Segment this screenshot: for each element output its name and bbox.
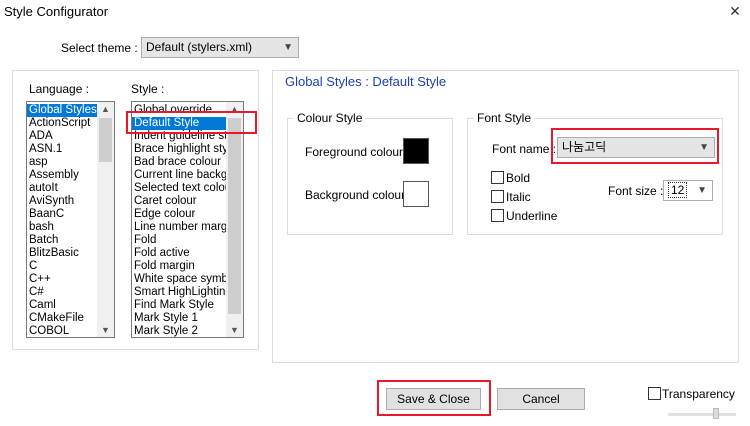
theme-select[interactable]: Default (stylers.xml) ▼ bbox=[141, 37, 299, 58]
style-list-item[interactable]: Selected text colour bbox=[132, 182, 226, 195]
close-icon[interactable]: ✕ bbox=[724, 2, 746, 22]
foreground-label: Foreground colour bbox=[305, 145, 404, 159]
language-scroll-thumb[interactable] bbox=[99, 118, 112, 162]
font-size-value: 12 bbox=[668, 182, 688, 198]
style-list-item[interactable]: White space symbol bbox=[132, 273, 226, 286]
scroll-up-icon[interactable]: ▲ bbox=[97, 102, 114, 116]
background-colour-swatch[interactable] bbox=[403, 181, 429, 207]
style-list-item[interactable]: Find Mark Style bbox=[132, 299, 226, 312]
style-list-item[interactable]: Brace highlight style bbox=[132, 143, 226, 156]
colour-style-legend: Colour Style bbox=[294, 111, 366, 125]
transparency-slider-track[interactable] bbox=[668, 413, 736, 416]
style-list-item[interactable]: Current line background colour bbox=[132, 169, 226, 182]
theme-select-value: Default (stylers.xml) bbox=[146, 40, 253, 54]
underline-label: Underline bbox=[506, 209, 558, 223]
chevron-down-icon: ▼ bbox=[283, 42, 293, 53]
font-size-select[interactable]: 12 ▼ bbox=[663, 180, 713, 201]
foreground-colour-swatch[interactable] bbox=[403, 138, 429, 164]
italic-label: Italic bbox=[506, 190, 531, 204]
italic-checkbox[interactable] bbox=[491, 190, 504, 203]
style-list-item[interactable]: Fold margin bbox=[132, 260, 226, 273]
style-list-item[interactable]: Mark Style 2 bbox=[132, 325, 226, 337]
scroll-down-icon[interactable]: ▼ bbox=[97, 323, 114, 337]
font-size-label: Font size : bbox=[608, 184, 664, 198]
bold-label: Bold bbox=[506, 171, 531, 185]
style-list-item[interactable]: Mark Style 1 bbox=[132, 312, 226, 325]
style-list-item[interactable]: Line number margin bbox=[132, 221, 226, 234]
style-list-item[interactable]: Smart HighLighting bbox=[132, 286, 226, 299]
style-list[interactable]: Global override Default Style Indent guide… bbox=[131, 101, 244, 338]
language-scrollbar[interactable]: ▲ ▼ bbox=[97, 102, 114, 337]
background-label: Background colour bbox=[305, 188, 406, 202]
style-list-item[interactable]: Caret colour bbox=[132, 195, 226, 208]
style-list-item[interactable]: Edge colour bbox=[132, 208, 226, 221]
chevron-down-icon: ▼ bbox=[697, 185, 707, 196]
colour-style-group: Colour Style bbox=[287, 111, 453, 235]
style-list-item[interactable]: Bad brace colour bbox=[132, 156, 226, 169]
font-name-label: Font name : bbox=[492, 142, 557, 156]
transparency-checkbox[interactable] bbox=[648, 387, 661, 400]
style-label: Style : bbox=[131, 82, 165, 96]
window-title: Style Configurator bbox=[4, 4, 109, 19]
style-scrollbar[interactable]: ▲ ▼ bbox=[226, 102, 243, 337]
font-name-highlight bbox=[551, 128, 719, 164]
transparency-slider-thumb[interactable] bbox=[713, 408, 719, 419]
panel-heading: Global Styles : Default Style bbox=[285, 74, 447, 89]
language-label: Language : bbox=[29, 82, 90, 96]
underline-checkbox[interactable] bbox=[491, 209, 504, 222]
style-list-item[interactable]: Fold active bbox=[132, 247, 226, 260]
style-list-item[interactable]: Fold bbox=[132, 234, 226, 247]
transparency-label: Transparency bbox=[662, 387, 735, 401]
font-style-legend: Font Style bbox=[474, 111, 535, 125]
select-theme-label: Select theme : bbox=[61, 41, 138, 55]
language-list[interactable]: Global Styles ActionScript ADA ASN.1 asp Asse… bbox=[26, 101, 115, 338]
save-close-highlight bbox=[377, 380, 491, 416]
cancel-button[interactable]: Cancel bbox=[497, 388, 585, 410]
scroll-down-icon[interactable]: ▼ bbox=[226, 323, 243, 337]
default-style-highlight bbox=[126, 111, 257, 134]
style-scroll-thumb[interactable] bbox=[228, 118, 241, 314]
bold-checkbox[interactable] bbox=[491, 171, 504, 184]
